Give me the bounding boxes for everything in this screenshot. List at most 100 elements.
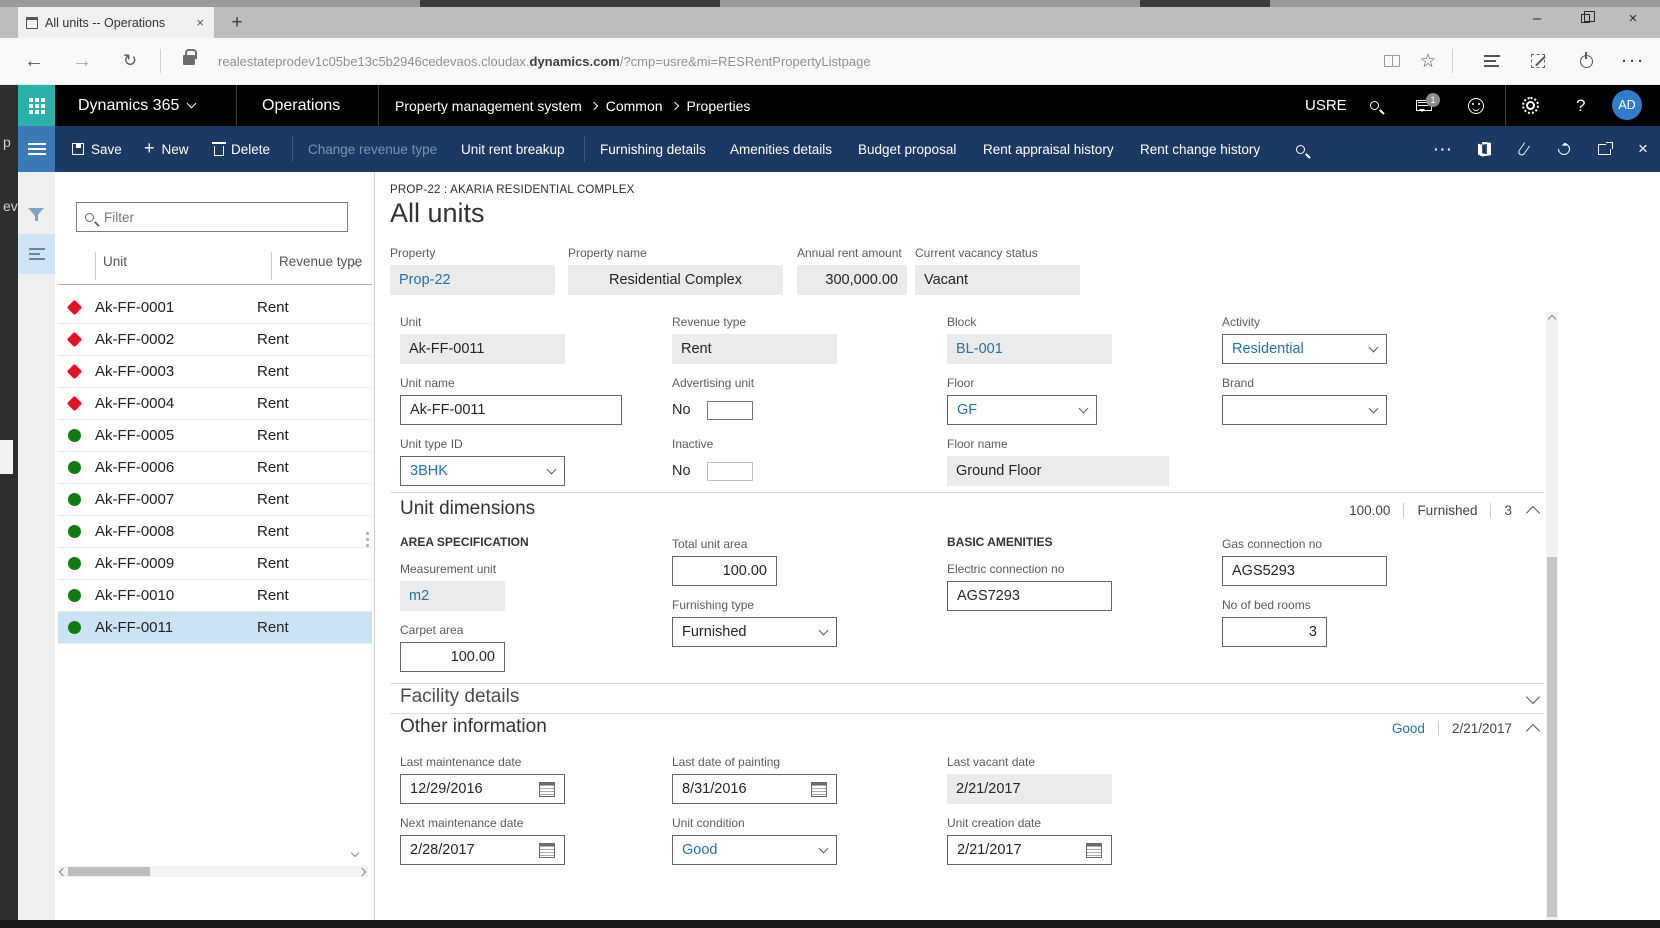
delete-button[interactable]: Delete xyxy=(214,126,270,172)
rent-appraisal-history-button[interactable]: Rent appraisal history xyxy=(983,126,1114,172)
nav-menu-button[interactable] xyxy=(18,126,55,172)
furnishing-type-select[interactable]: Furnished xyxy=(672,617,837,647)
new-tab-button[interactable]: + xyxy=(222,7,252,38)
browser-tab[interactable]: All units -- Operations × xyxy=(18,7,214,38)
avatar[interactable]: AD xyxy=(1612,90,1642,120)
filter-input[interactable] xyxy=(102,209,339,226)
unit-creation-date-input[interactable]: 2/21/2017 xyxy=(947,835,1112,865)
scroll-down-icon[interactable] xyxy=(351,849,359,857)
calendar-icon[interactable] xyxy=(811,782,827,797)
settings-button[interactable] xyxy=(1526,85,1535,126)
list-item[interactable]: Ak-FF-0005 Rent xyxy=(58,420,372,452)
scroll-left-icon[interactable] xyxy=(59,868,67,876)
messages-button[interactable]: 1 xyxy=(1416,85,1432,126)
other-information-header[interactable]: Other information xyxy=(400,716,547,738)
reading-mode-button[interactable] xyxy=(1374,38,1410,84)
scroll-right-icon[interactable] xyxy=(358,868,366,876)
app-launcher-button[interactable] xyxy=(18,85,55,126)
filter-box[interactable] xyxy=(76,202,348,232)
refresh-button[interactable]: ↻ xyxy=(112,38,148,84)
total-unit-area-input[interactable]: 100.00 xyxy=(672,556,777,586)
amenities-details-button[interactable]: Amenities details xyxy=(730,126,832,172)
advertising-unit-toggle[interactable] xyxy=(707,401,753,420)
search-button[interactable] xyxy=(1370,85,1379,126)
unit-rent-breakup-button[interactable]: Unit rent breakup xyxy=(461,126,565,172)
horizontal-scrollbar[interactable] xyxy=(58,866,368,877)
new-button[interactable]: + New xyxy=(144,126,189,172)
facility-details-header[interactable]: Facility details xyxy=(400,686,519,708)
help-button[interactable]: ? xyxy=(1576,85,1585,126)
filter-icon[interactable] xyxy=(28,208,44,217)
scrollbar-thumb[interactable] xyxy=(1547,557,1557,917)
save-button[interactable]: Save xyxy=(72,126,122,172)
rent-change-history-button[interactable]: Rent change history xyxy=(1140,126,1260,172)
restore-button[interactable] xyxy=(1562,0,1608,36)
office-button[interactable] xyxy=(1478,126,1491,172)
close-window-button[interactable]: × xyxy=(1610,0,1656,36)
attachments-button[interactable] xyxy=(1520,126,1527,172)
product-menu[interactable]: Dynamics 365 xyxy=(78,85,195,126)
forward-button[interactable]: → xyxy=(64,38,100,84)
carpet-area-input[interactable]: 100.00 xyxy=(400,642,505,672)
list-view-button[interactable] xyxy=(18,234,55,274)
gas-connection-no-input[interactable]: AGS5293 xyxy=(1222,556,1387,586)
breadcrumb-module[interactable]: Property management system xyxy=(395,98,582,114)
tab-close-icon[interactable]: × xyxy=(194,15,206,30)
electric-connection-no-input[interactable]: AGS7293 xyxy=(947,581,1112,611)
budget-proposal-button[interactable]: Budget proposal xyxy=(858,126,956,172)
calendar-icon[interactable] xyxy=(1086,843,1102,858)
brand-select[interactable] xyxy=(1222,395,1387,425)
property-value[interactable]: Prop-22 xyxy=(390,265,555,295)
favorites-button[interactable]: ☆ xyxy=(1410,38,1446,84)
unit-name-input[interactable]: Ak-FF-0011 xyxy=(400,395,622,425)
collapse-section-icon[interactable] xyxy=(1526,724,1540,738)
last-maintenance-date-input[interactable]: 12/29/2016 xyxy=(400,774,565,804)
unit-condition-select[interactable]: Good xyxy=(672,835,837,865)
measurement-unit-value[interactable]: m2 xyxy=(400,581,505,611)
open-in-new-window-button[interactable] xyxy=(1598,126,1611,172)
browser-more-button[interactable]: ··· xyxy=(1616,38,1652,84)
block-value[interactable]: BL-001 xyxy=(947,334,1112,364)
next-maintenance-date-input[interactable]: 2/28/2017 xyxy=(400,835,565,865)
actionbar-more-button[interactable]: ··· xyxy=(1434,126,1454,172)
no-of-bed-rooms-input[interactable]: 3 xyxy=(1222,617,1327,647)
web-note-button[interactable] xyxy=(1520,38,1556,84)
breadcrumb-page[interactable]: Properties xyxy=(687,98,751,114)
furnishing-details-button[interactable]: Furnishing details xyxy=(600,126,706,172)
collapse-section-icon[interactable] xyxy=(1526,506,1540,520)
list-item[interactable]: Ak-FF-0002 Rent xyxy=(58,324,372,356)
unit-type-id-select[interactable]: 3BHK xyxy=(400,456,565,486)
refresh-page-button[interactable] xyxy=(1558,126,1570,172)
list-item[interactable]: Ak-FF-0003 Rent xyxy=(58,356,372,388)
form-scrollbar[interactable] xyxy=(1546,312,1558,920)
minimize-button[interactable]: – xyxy=(1514,0,1560,36)
floor-select[interactable]: GF xyxy=(947,395,1097,425)
list-item[interactable]: Ak-FF-0001 Rent xyxy=(58,292,372,324)
list-item[interactable]: Ak-FF-0010 Rent xyxy=(58,580,372,612)
list-item[interactable]: Ak-FF-0007 Rent xyxy=(58,484,372,516)
calendar-icon[interactable] xyxy=(539,782,555,797)
list-item[interactable]: Ak-FF-0011 Rent xyxy=(58,612,372,644)
drag-handle-icon[interactable] xyxy=(366,532,369,535)
activity-select[interactable]: Residential xyxy=(1222,334,1387,364)
scroll-up-icon[interactable] xyxy=(1548,315,1556,323)
breadcrumb-area[interactable]: Common xyxy=(606,98,663,114)
address-bar[interactable]: realestateprodev1c05be13c5b2946cedevaos.… xyxy=(218,38,871,84)
list-item[interactable]: Ak-FF-0006 Rent xyxy=(58,452,372,484)
actionbar-search-button[interactable] xyxy=(1296,126,1305,172)
list-item[interactable]: Ak-FF-0008 Rent xyxy=(58,516,372,548)
share-button[interactable] xyxy=(1568,38,1604,84)
list-item[interactable]: Ak-FF-0009 Rent xyxy=(58,548,372,580)
column-header-unit[interactable]: Unit xyxy=(103,254,127,269)
hub-button[interactable] xyxy=(1474,38,1510,84)
last-date-of-painting-input[interactable]: 8/31/2016 xyxy=(672,774,837,804)
feedback-button[interactable] xyxy=(1468,85,1484,126)
scrollbar-thumb[interactable] xyxy=(68,867,150,876)
calendar-icon[interactable] xyxy=(539,843,555,858)
expand-section-icon[interactable] xyxy=(1526,690,1540,704)
unit-dimensions-header[interactable]: Unit dimensions xyxy=(400,498,535,520)
company-picker[interactable]: USRE xyxy=(1305,85,1347,126)
back-button[interactable]: ← xyxy=(16,38,52,84)
list-item[interactable]: Ak-FF-0004 Rent xyxy=(58,388,372,420)
close-page-button[interactable]: × xyxy=(1638,126,1648,172)
